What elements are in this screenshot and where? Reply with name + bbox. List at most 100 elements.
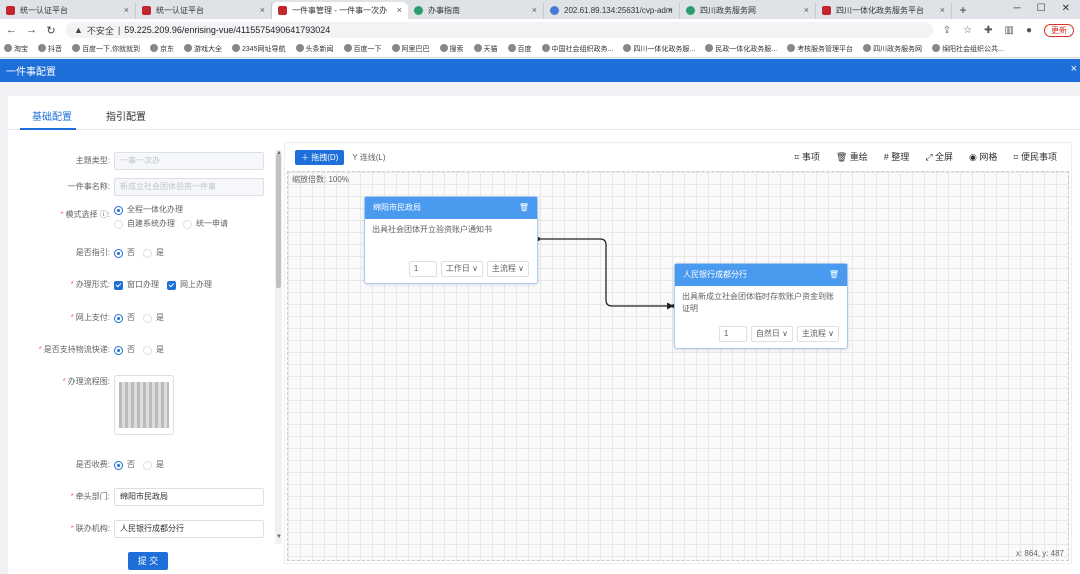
close-tab-icon[interactable]: × [668, 5, 673, 15]
bookmark-item[interactable]: 天猫 [473, 44, 498, 54]
site-favicon-icon [6, 6, 15, 15]
bookmark-item[interactable]: 阿里巴巴 [391, 44, 430, 54]
node-days-input[interactable]: 1 [718, 326, 747, 342]
item-name-input[interactable]: 新成立社会团体验资一件事 [114, 178, 264, 196]
share-icon[interactable]: ⇪ [943, 25, 951, 36]
help-icon[interactable]: ⓘ: [98, 210, 110, 219]
bookmark-item[interactable]: 考核服务管理平台 [787, 44, 853, 54]
bookmark-item[interactable]: 百度 [507, 44, 532, 54]
guidance-option-no[interactable]: 否 [114, 246, 135, 260]
guidance-option-yes[interactable]: 是 [143, 246, 164, 260]
close-tab-icon[interactable]: × [397, 5, 402, 15]
maximize-icon[interactable]: ☐ [1037, 3, 1046, 14]
form-scrollbar-thumb[interactable] [276, 154, 281, 288]
browser-tab[interactable]: 四川一体化政务服务平台 × [816, 2, 952, 19]
flow-edge[interactable] [538, 238, 673, 307]
bookmark-item[interactable]: 中国社会组织政务... [541, 44, 613, 54]
tool-grid[interactable]: ◉ 网格 [969, 150, 997, 163]
sidepanel-icon[interactable]: ▥ [1005, 25, 1014, 36]
node-flow-select[interactable]: 主流程 ∨ [486, 261, 529, 277]
trash-icon[interactable]: 🗑 [829, 264, 839, 286]
profile-icon[interactable]: ● [1026, 25, 1032, 36]
logistics-option-no[interactable]: 否 [114, 343, 135, 357]
bookmark-item[interactable]: 四川一体化政务服... [623, 44, 695, 54]
node-flow-select[interactable]: 主流程 ∨ [796, 326, 839, 342]
bookmark-item[interactable]: 京东 [149, 44, 174, 54]
star-icon[interactable]: ☆ [963, 25, 972, 36]
online-pay-option-no[interactable]: 否 [114, 311, 135, 325]
designer-canvas[interactable]: 缩放倍数: 100% x: 864, y: 487 绵阳市民政局 🗑 出具社会团体… [287, 171, 1069, 561]
bookmark-item[interactable]: 淘宝 [4, 44, 28, 54]
flow-node[interactable]: 绵阳市民政局 🗑 出具社会团体开立验资账户通知书 1 工作日 ∨ 主流程 ∨ [364, 196, 538, 284]
update-button[interactable]: 更新 [1044, 23, 1074, 37]
bookmark-item[interactable]: 绵阳社会组织公共... [932, 44, 1004, 54]
new-tab-button[interactable]: + [952, 2, 974, 19]
bookmark-item[interactable]: 百度一下 [343, 44, 382, 54]
bookmark-item[interactable]: 百度一下,你就就到 [72, 44, 140, 54]
tab-guide-config[interactable]: 指引配置 [106, 108, 146, 123]
warning-icon[interactable]: ▲ [74, 25, 83, 35]
mode-option-unified[interactable]: 统一申请 [183, 217, 228, 231]
mode-option-full[interactable]: 全程一体化办理 [114, 203, 183, 217]
mode-option-self-built[interactable]: 自建系统办理 [114, 217, 175, 231]
node-days-input[interactable]: 1 [408, 261, 437, 277]
node-day-type-select[interactable]: 工作日 ∨ [440, 261, 483, 277]
browser-tab[interactable]: 办事指南 × [408, 2, 544, 19]
dialog-close-icon[interactable]: × [1071, 63, 1077, 75]
tool-arrange[interactable]: # 整理 [884, 150, 910, 163]
scroll-up-icon[interactable]: ▲ [276, 150, 282, 156]
drag-mode-button[interactable]: ＋ 拖拽(D) [295, 149, 345, 165]
url-text[interactable]: 59.225.209.96/enrising-vue/4115575490641… [124, 25, 330, 35]
close-tab-icon[interactable]: × [532, 5, 537, 15]
charge-option-yes[interactable]: 是 [143, 458, 164, 472]
online-handle-checkbox[interactable]: 网上办理 [167, 278, 212, 292]
minimize-icon[interactable]: ─ [1014, 3, 1021, 14]
charge-option-no[interactable]: 否 [114, 458, 135, 472]
flow-node[interactable]: 人民银行成都分行 🗑 出具新成立社会团体临时存款账户资金到账证明 1 自然日 ∨ … [674, 263, 848, 349]
address-bar[interactable]: ▲ 不安全 | 59.225.209.96/enrising-vue/41155… [66, 22, 933, 38]
tab-basic-config[interactable]: 基础配置 [32, 108, 72, 123]
browser-tab[interactable]: 统一认证平台 × [136, 2, 272, 19]
security-status[interactable]: 不安全 [87, 24, 114, 37]
extensions-icon[interactable]: ✚ [984, 25, 992, 36]
tool-fullscreen[interactable]: ⤢ 全屏 [925, 150, 953, 163]
scroll-down-icon[interactable]: ▼ [276, 534, 282, 540]
tool-redraw[interactable]: 🗑 重绘 [836, 150, 868, 163]
address-separator: | [117, 25, 121, 35]
close-tab-icon[interactable]: × [124, 5, 129, 15]
online-pay-option-yes[interactable]: 是 [143, 311, 164, 325]
theme-type-input[interactable]: 一事一次办 [114, 152, 264, 170]
checkbox-checked-icon [114, 280, 123, 290]
connect-mode-button[interactable]: Y 连线(L) [352, 152, 385, 163]
tool-items[interactable]: ⌗ 事项 [794, 150, 820, 163]
reload-icon[interactable]: ↻ [46, 24, 56, 37]
close-tab-icon[interactable]: × [940, 5, 945, 15]
flow-chart-thumbnail[interactable] [114, 375, 174, 435]
node-day-type-select[interactable]: 自然日 ∨ [750, 326, 793, 342]
browser-tab[interactable]: 202.61.89.134:25631/cvp-adm × [544, 2, 680, 19]
browser-tab-active[interactable]: 一件事管理 - 一件事一次办 × [272, 2, 408, 19]
lead-dept-input[interactable]: 绵阳市民政局 [114, 488, 264, 506]
bookmark-item[interactable]: 游戏大全 [183, 44, 222, 54]
browser-tab[interactable]: 四川政务服务网 × [680, 2, 816, 19]
back-icon[interactable]: ← [6, 24, 17, 36]
close-window-icon[interactable]: ✕ [1062, 3, 1070, 14]
browser-tab[interactable]: 统一认证平台 × [0, 2, 136, 19]
window-handle-checkbox[interactable]: 窗口办理 [114, 278, 159, 292]
tool-convenience[interactable]: ⌗ 便民事项 [1013, 150, 1057, 163]
bookmark-item[interactable]: 四川政务服务网 [863, 44, 922, 54]
bookmark-item[interactable]: 搜索 [439, 44, 464, 54]
close-tab-icon[interactable]: × [804, 5, 809, 15]
forward-icon[interactable]: → [26, 24, 37, 36]
co-org-input[interactable]: 人民银行成都分行 [114, 520, 264, 538]
chevron-down-icon: ∨ [825, 329, 834, 338]
submit-button[interactable]: 提 交 [128, 552, 168, 570]
bookmark-item[interactable]: 2345网址导航 [231, 44, 286, 54]
bookmark-item[interactable]: 头条新闻 [295, 44, 334, 54]
trash-icon[interactable]: 🗑 [519, 197, 529, 219]
logistics-option-yes[interactable]: 是 [143, 343, 164, 357]
close-tab-icon[interactable]: × [260, 5, 265, 15]
bookmark-item[interactable]: 抖音 [38, 44, 62, 54]
config-tabs: 基础配置 指引配置 [8, 96, 1080, 130]
bookmark-item[interactable]: 民政一体化政务服... [705, 44, 777, 54]
